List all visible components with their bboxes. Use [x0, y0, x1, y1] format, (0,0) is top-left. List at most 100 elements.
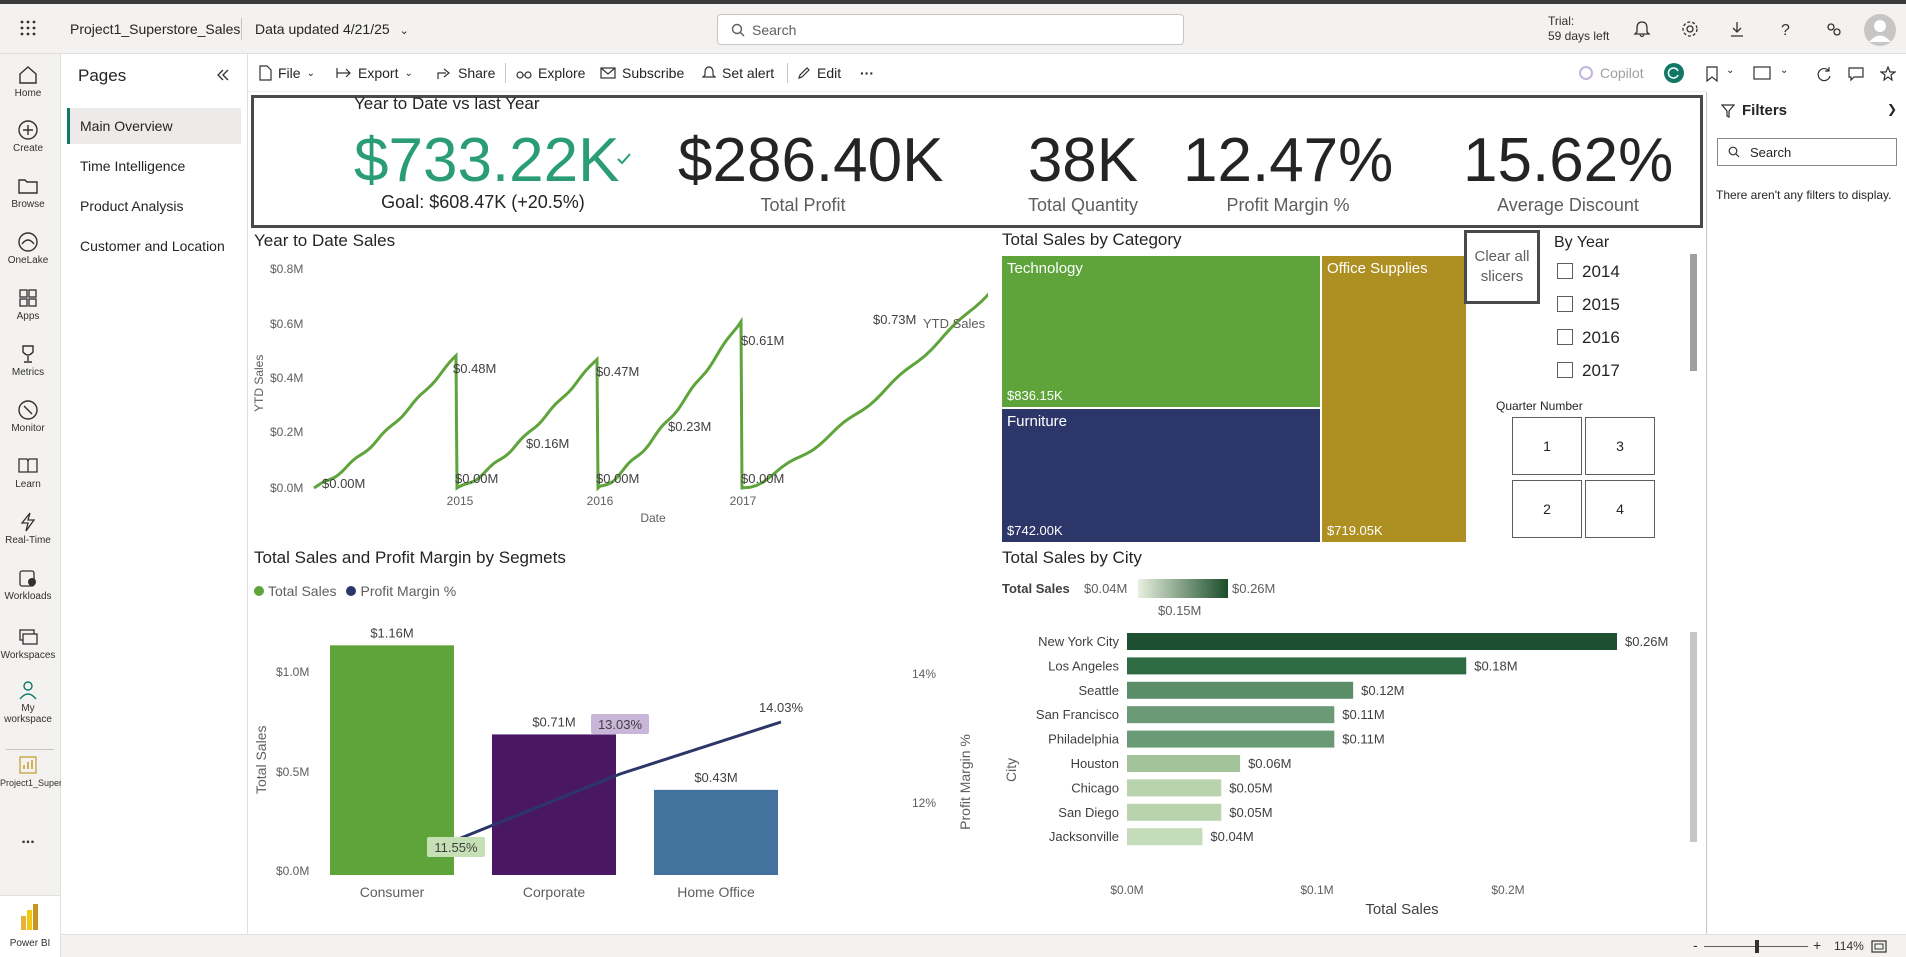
app-launcher-icon[interactable] [20, 20, 36, 36]
segment-bars [330, 645, 778, 875]
nav-browse[interactable]: Browse [0, 175, 56, 210]
nav-more[interactable]: ... [0, 830, 56, 848]
view-icon[interactable] [1753, 66, 1771, 80]
export-menu-button[interactable]: Export ⌄ [336, 54, 413, 92]
year-2016-checkbox[interactable] [1557, 329, 1573, 345]
notifications-bell-icon[interactable] [1633, 20, 1651, 38]
ytd-label-7: $0.61M [741, 333, 784, 348]
expand-filters-icon[interactable]: ❯ [1887, 102, 1897, 116]
nav-learn-label: Learn [15, 479, 41, 490]
powerbi-brand[interactable]: Power BI [0, 895, 60, 957]
quarter-1-button[interactable]: 1 [1512, 417, 1582, 475]
report-toolbar: File ⌄ Export ⌄ Share Explore Subscribe Se… [248, 54, 1896, 92]
nav-onelake[interactable]: OneLake [0, 231, 56, 266]
nav-create[interactable]: Create [0, 119, 56, 154]
quarter-2-button[interactable]: 2 [1512, 480, 1582, 538]
share-button[interactable]: Share [436, 54, 495, 92]
share-label: Share [458, 65, 496, 81]
share-feedback-icon[interactable] [1824, 20, 1842, 38]
treemap-tile-furniture[interactable]: Furniture $742.00K [1002, 409, 1320, 542]
nav-workspaces[interactable]: Workspaces [0, 626, 56, 661]
quarter-4-button[interactable]: 4 [1585, 480, 1655, 538]
quarter-3-button[interactable]: 3 [1585, 417, 1655, 475]
data-updated-dropdown[interactable]: Data updated 4/21/25 ⌄ [255, 21, 409, 37]
zoom-slider-thumb[interactable] [1755, 940, 1759, 953]
margin-label-0: 11.55% [434, 840, 478, 855]
zoom-in-button[interactable]: + [1813, 937, 1821, 953]
year-2017-checkbox[interactable] [1557, 362, 1573, 378]
page-product-analysis[interactable]: Product Analysis [67, 188, 241, 224]
year-2016-label[interactable]: 2016 [1582, 328, 1620, 348]
nav-metrics[interactable]: Metrics [0, 343, 56, 378]
zoom-out-button[interactable]: - [1693, 937, 1698, 953]
collapse-chevrons-icon[interactable] [216, 68, 230, 82]
page-time-intelligence[interactable]: Time Intelligence [67, 148, 241, 184]
home-icon [19, 66, 37, 84]
nav-learn[interactable]: Learn [0, 455, 56, 490]
copilot-label: Copilot [1600, 65, 1644, 81]
nav-real-time[interactable]: Real-Time [0, 511, 56, 546]
city-bar-chart[interactable]: City New York City $0.26M Los Angeles $0.18… [1002, 612, 1702, 932]
gradient-min: $0.04M [1084, 581, 1128, 596]
fit-to-page-icon[interactable] [1871, 940, 1887, 953]
refresh-icon[interactable] [1816, 66, 1832, 82]
tile-office-value: $719.05K [1327, 523, 1383, 538]
tile-technology-name: Technology [1007, 260, 1083, 277]
file-menu-button[interactable]: File ⌄ [258, 54, 315, 92]
explore-button[interactable]: Explore [516, 54, 585, 92]
nav-home[interactable]: Home [0, 64, 56, 99]
page-customer-location[interactable]: Customer and Location [67, 228, 241, 264]
clear-all-slicers-button[interactable]: Clear all slicers [1464, 230, 1540, 304]
filters-search-box[interactable]: Search [1717, 138, 1897, 166]
settings-gear-icon[interactable] [1681, 20, 1699, 38]
edit-button[interactable]: Edit [797, 54, 841, 92]
pages-pane: Pages Main Overview Time Intelligence Pr… [61, 54, 248, 934]
year-2015-label[interactable]: 2015 [1582, 295, 1620, 315]
nav-monitor[interactable]: Monitor [0, 399, 56, 434]
nav-my-workspace[interactable]: My workspace [0, 679, 56, 725]
ytd-ytick-1: $0.6M [270, 317, 303, 331]
year-2014-label[interactable]: 2014 [1582, 262, 1620, 282]
treemap-tile-office-supplies[interactable]: Office Supplies $719.05K [1322, 256, 1466, 542]
legend-sales-label: Total Sales [268, 583, 337, 599]
year-2017-label[interactable]: 2017 [1582, 361, 1620, 381]
trial-line-2: 59 days left [1548, 29, 1610, 43]
city-bar-4 [1127, 730, 1335, 748]
year-2014-checkbox[interactable] [1557, 263, 1573, 279]
copilot-button[interactable]: Copilot [1578, 54, 1644, 92]
page-main-overview[interactable]: Main Overview [67, 108, 241, 144]
city-value-0: $0.26M [1625, 634, 1668, 649]
bookmark-chevron-icon[interactable]: ⌄ [1726, 65, 1734, 76]
nav-workloads[interactable]: Workloads [0, 567, 56, 602]
alert-bell-icon [702, 66, 716, 78]
nav-monitor-label: Monitor [11, 423, 45, 434]
nav-apps[interactable]: Apps [0, 287, 56, 322]
search-input[interactable]: Search [752, 22, 796, 38]
bookmark-icon[interactable] [1705, 66, 1719, 82]
ytd-xtick-1: 2016 [587, 494, 614, 508]
city-xtick-1: $0.1M [1300, 883, 1333, 897]
refresh-status-icon[interactable] [1664, 63, 1684, 83]
nav-onelake-label: OneLake [7, 255, 49, 266]
user-avatar[interactable] [1864, 14, 1896, 46]
more-options-button[interactable]: ··· [860, 54, 874, 92]
nav-report-item[interactable]: Project1_Superstore_S... [0, 754, 101, 789]
set-alert-button[interactable]: Set alert [702, 54, 774, 92]
download-icon[interactable] [1728, 20, 1746, 38]
global-search-box[interactable]: Search [717, 14, 1184, 45]
city-chart-scrollbar[interactable] [1690, 632, 1697, 842]
report-name[interactable]: Project1_Superstore_Sales [70, 21, 240, 37]
year-slicer-scrollbar[interactable] [1690, 254, 1697, 371]
comment-icon[interactable] [1848, 66, 1864, 82]
help-icon[interactable]: ? [1776, 20, 1794, 38]
ytd-line-chart[interactable]: $0.8M $0.6M $0.4M $0.2M $0.0M YTD Sales … [248, 252, 988, 552]
year-2015-checkbox[interactable] [1557, 296, 1573, 312]
segment-combo-chart[interactable]: Total Sales $1.0M $0.5M $0.0M 14% 12% Pr… [248, 602, 988, 932]
treemap-tile-technology[interactable]: Technology $836.15K [1002, 256, 1320, 407]
subscribe-button[interactable]: Subscribe [600, 54, 684, 92]
favorite-star-icon[interactable] [1880, 66, 1896, 82]
view-chevron-icon[interactable]: ⌄ [1780, 65, 1788, 76]
filters-search-input[interactable]: Search [1750, 145, 1791, 160]
kpi-title: Year to Date vs last Year [354, 94, 540, 113]
chevron-down-icon: ⌄ [399, 25, 409, 37]
